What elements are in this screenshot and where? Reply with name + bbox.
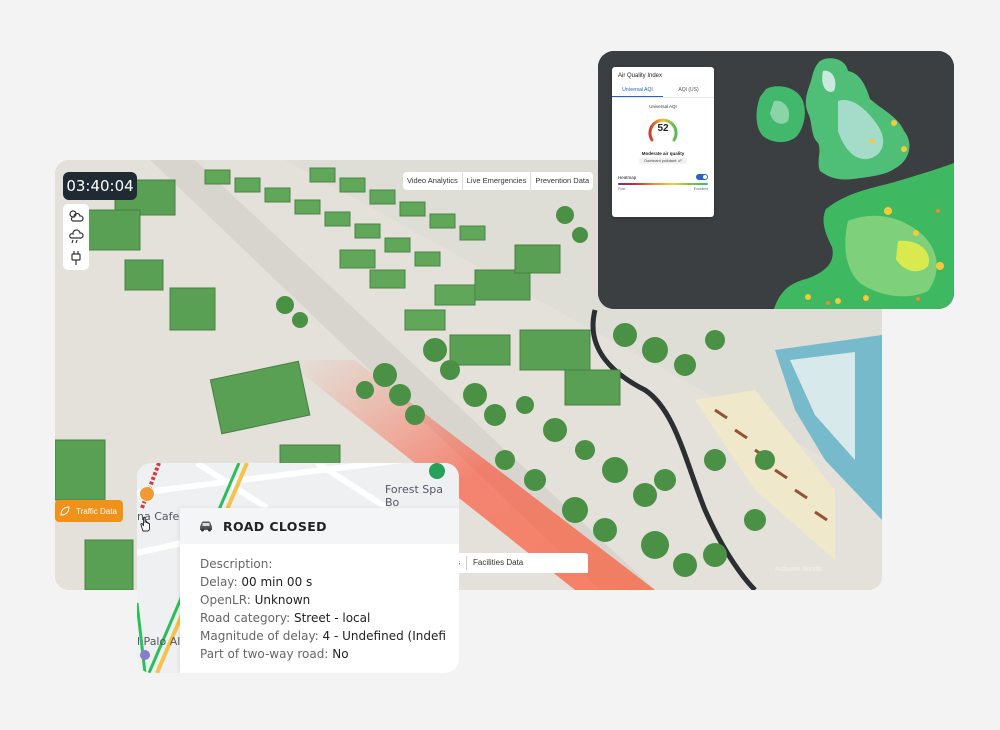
detail-label: OpenLR: [200,593,255,607]
road-closed-panel[interactable]: Forest Spa Bo na Cafe l Palo Al ROAD CLO… [137,463,459,673]
detail-value: Unknown [254,593,311,607]
watermark: Activate Windo [775,566,822,573]
cloud-rain-icon[interactable] [67,228,85,246]
detail-value: 00 min 00 s [241,575,313,589]
detail-label: Magnitude of delay: [200,629,323,643]
air-quality-map-panel[interactable]: Air Quality Index Universal AQI AQI (US)… [598,51,954,309]
tab-aqi-us[interactable]: AQI (US) [663,84,714,97]
tab-universal-aqi[interactable]: Universal AQI [612,84,663,97]
tab-facilities-data[interactable]: Facilities Data [467,553,529,573]
street-label-bottom: l Palo Al [137,635,181,648]
heatmap-toggle[interactable] [696,174,708,180]
bottom-data-tabs: s Facilities Data [450,553,588,573]
coffee-icon[interactable] [139,486,155,502]
detail-label: Description: [200,557,273,571]
heatmap-row: Heatmap [612,164,714,180]
aqi-gauge: 52 [645,112,681,148]
location-pin-icon[interactable] [429,463,445,479]
traffic-data-button[interactable]: Traffic Data [55,500,123,522]
plug-icon[interactable] [67,249,85,267]
detail-value: 4 - Undefined (Indefi [322,629,446,643]
detail-row-openlr: OpenLR: Unknown [200,591,459,609]
road-closed-details: Description: Delay: 00 min 00 s OpenLR: … [180,544,459,663]
road-closed-header: ROAD CLOSED [180,508,459,544]
data-layer-tabs: Video Analytics Live Emergencies Prevent… [403,172,594,190]
detail-row-description: Description: [200,555,459,573]
leaf-icon [60,506,70,516]
aq-subtitle: Universal AQI [649,104,677,109]
road-closed-card: ROAD CLOSED Description: Delay: 00 min 0… [180,508,459,673]
aq-title: Air Quality Index [618,73,663,79]
hand-cursor-icon [140,516,150,532]
scale-low-label: Poor [618,187,626,191]
tab-prevention-data[interactable]: Prevention Data [531,172,593,190]
detail-row-magnitude: Magnitude of delay: 4 - Undefined (Indef… [200,627,459,645]
aq-quality-text: Moderate air quality [641,151,685,156]
detail-row-road-category: Road category: Street - local [200,609,459,627]
layer-toolbar [63,204,89,270]
detail-row-delay: Delay: 00 min 00 s [200,573,459,591]
detail-label: Road category: [200,611,294,625]
air-quality-card: Air Quality Index Universal AQI AQI (US)… [612,67,714,217]
tab-live-emergencies[interactable]: Live Emergencies [463,172,532,190]
weather-icon[interactable] [67,207,85,225]
detail-row-two-way: Part of two-way road: No [200,645,459,663]
aq-tabs: Universal AQI AQI (US) [612,84,714,98]
road-closed-title: ROAD CLOSED [223,518,327,534]
tab-video-analytics[interactable]: Video Analytics [403,172,463,190]
detail-value: Street - local [293,611,371,625]
aqi-value: 52 [657,123,669,134]
detail-label: Part of two-way road: [200,647,333,661]
traffic-data-label: Traffic Data [76,506,117,516]
heatmap-label: Heatmap [618,174,637,180]
car-icon [200,521,212,532]
detail-value: No [332,647,349,661]
detail-label: Delay: [200,575,242,589]
street-label-top: Forest Spa Bo [385,483,443,509]
clock: 03:40:04 [63,172,137,200]
heatmap-scale-labels: Poor Excellent [612,185,714,193]
scale-high-label: Excellent [693,187,708,191]
